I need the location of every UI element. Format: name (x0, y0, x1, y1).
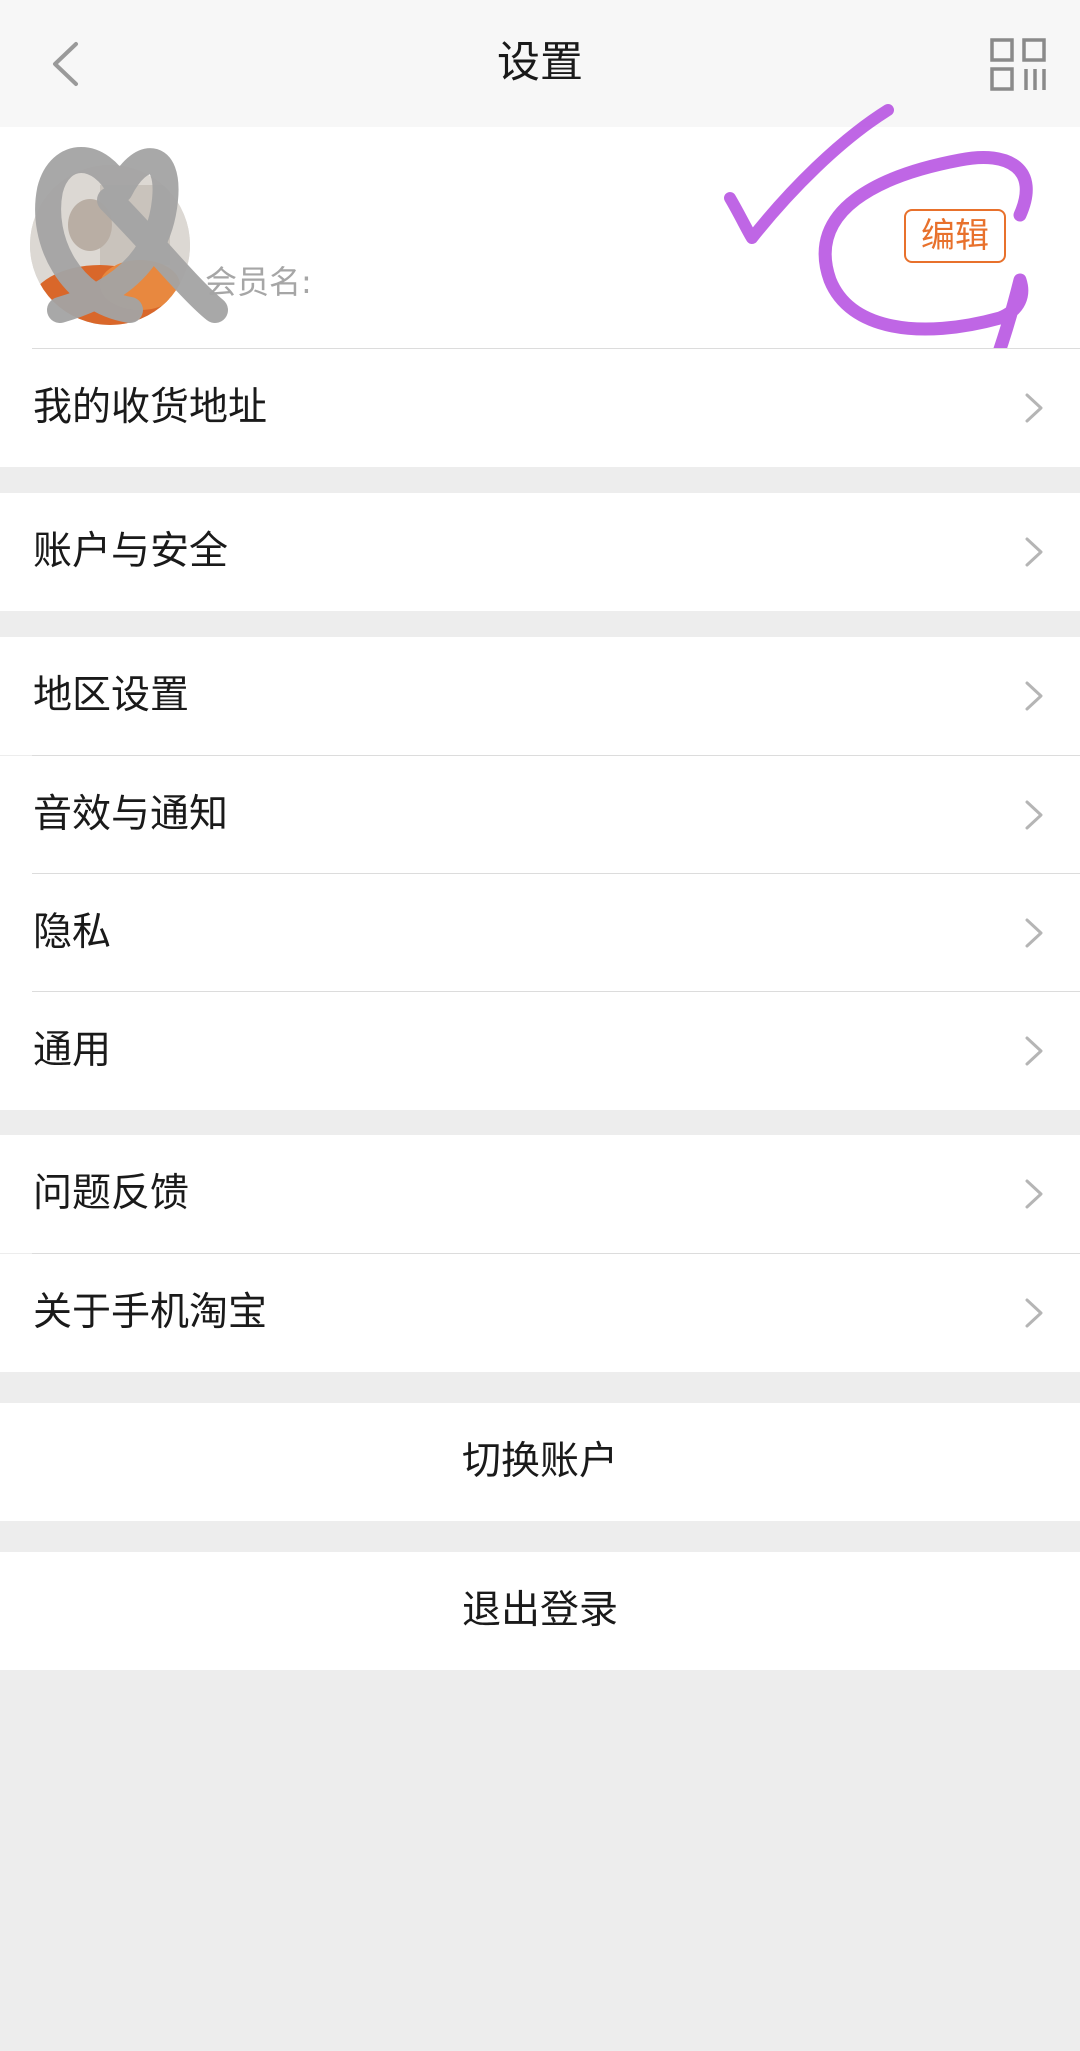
chevron-right-icon (1025, 1036, 1043, 1066)
menu-item-about[interactable]: 关于手机淘宝 (0, 1254, 1080, 1372)
profile-card[interactable]: 会员名: 编辑 (0, 127, 1080, 349)
menu-item-privacy[interactable]: 隐私 (0, 874, 1080, 992)
qr-code-icon (990, 38, 1046, 91)
switch-account-label: 切换账户 (461, 1439, 618, 1484)
menu-item-label: 通用 (33, 1028, 112, 1073)
avatar-photo (30, 165, 190, 325)
menu-item-region[interactable]: 地区设置 (0, 637, 1080, 755)
member-name-label: 会员名: (205, 263, 312, 301)
switch-account-button[interactable]: 切换账户 (0, 1403, 1080, 1521)
chevron-right-icon (1025, 537, 1043, 567)
chevron-right-icon (1025, 918, 1043, 948)
menu-item-label: 我的收货地址 (33, 385, 268, 430)
menu-item-label: 关于手机淘宝 (33, 1290, 268, 1335)
page-title: 设置 (497, 38, 583, 88)
nav-bar: 设置 (0, 0, 1080, 127)
chevron-right-icon (1025, 800, 1043, 830)
menu-item-account-security[interactable]: 账户与安全 (0, 493, 1080, 611)
menu-item-label: 问题反馈 (33, 1171, 190, 1216)
chevron-right-icon (1025, 681, 1043, 711)
chevron-right-icon (1025, 1179, 1043, 1209)
menu-item-label: 隐私 (33, 910, 112, 955)
avatar[interactable] (30, 165, 190, 325)
chevron-right-icon (1025, 1298, 1043, 1328)
back-button[interactable] (30, 26, 100, 102)
logout-button[interactable]: 退出登录 (0, 1552, 1080, 1670)
menu-item-sound-notification[interactable]: 音效与通知 (0, 756, 1080, 874)
menu-item-general[interactable]: 通用 (0, 992, 1080, 1110)
edit-profile-button[interactable]: 编辑 (904, 209, 1006, 263)
menu-item-label: 音效与通知 (33, 792, 229, 837)
menu-item-address[interactable]: 我的收货地址 (0, 349, 1080, 467)
menu-item-label: 账户与安全 (33, 529, 229, 574)
chevron-right-icon (1025, 393, 1043, 423)
menu-item-feedback[interactable]: 问题反馈 (0, 1135, 1080, 1253)
back-chevron-icon (53, 42, 78, 86)
menu-item-label: 地区设置 (33, 673, 190, 718)
logout-label: 退出登录 (461, 1588, 618, 1633)
qr-code-button[interactable] (980, 30, 1058, 100)
